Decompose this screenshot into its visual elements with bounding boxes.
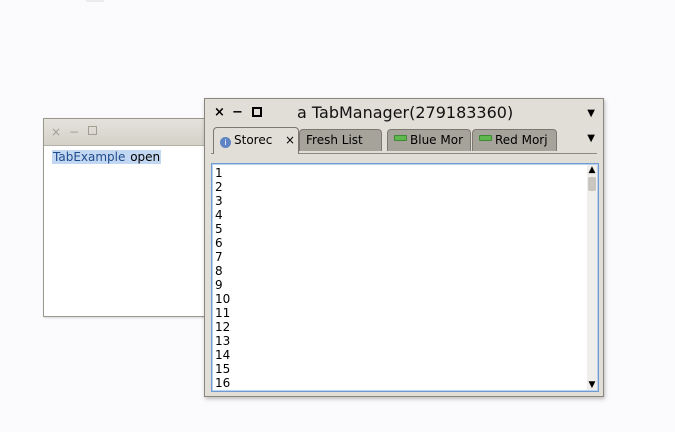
info-icon: i xyxy=(220,137,231,148)
scroll-thumb[interactable] xyxy=(588,177,596,191)
list-item[interactable]: 5 xyxy=(215,222,230,236)
window-menu-icon[interactable]: ▼ xyxy=(587,108,595,119)
workspace-window[interactable]: × − TabExample open xyxy=(43,118,218,317)
scroll-up-icon[interactable]: ▲ xyxy=(587,165,597,175)
workspace-titlebar[interactable]: × − xyxy=(44,119,217,146)
workspace-close-icon[interactable]: × xyxy=(51,125,61,139)
list-item[interactable]: 16 xyxy=(215,376,230,390)
list-item[interactable]: 7 xyxy=(215,250,230,264)
tab-label: Fresh List xyxy=(306,133,363,147)
tab-blue-morph[interactable]: Blue Mor xyxy=(387,129,471,151)
tab-fresh-list[interactable]: Fresh List xyxy=(299,129,382,151)
tab-close-icon[interactable]: × xyxy=(283,133,295,147)
list-item[interactable]: 11 xyxy=(215,306,230,320)
workspace-minimize-icon[interactable]: − xyxy=(69,125,79,139)
number-list[interactable]: 1234567891011121314151617 ▲ ▼ xyxy=(211,163,599,392)
list-item[interactable]: 6 xyxy=(215,236,230,250)
tab-manager-window[interactable]: × − a TabManager(279183360) ▼ i Storec × … xyxy=(204,98,604,397)
list-item[interactable]: 15 xyxy=(215,362,230,376)
close-icon[interactable]: × xyxy=(214,105,225,120)
scroll-down-icon[interactable]: ▼ xyxy=(587,380,597,390)
tab-storec[interactable]: i Storec × xyxy=(213,127,299,154)
minimize-icon[interactable]: − xyxy=(232,105,243,120)
list-item[interactable]: 14 xyxy=(215,348,230,362)
maximize-icon[interactable] xyxy=(252,107,262,117)
tab-bar: i Storec × Fresh List Blue Mor Red Morj ▼ xyxy=(211,127,597,154)
list-item[interactable]: 10 xyxy=(215,292,230,306)
list-item[interactable]: 17 xyxy=(215,390,230,391)
list-items: 1234567891011121314151617 xyxy=(215,166,230,391)
list-item[interactable]: 2 xyxy=(215,180,230,194)
tab-red-morph[interactable]: Red Morj xyxy=(472,129,557,151)
list-item[interactable]: 9 xyxy=(215,278,230,292)
green-bar-icon xyxy=(394,135,407,141)
workspace-maximize-icon[interactable] xyxy=(88,126,97,135)
tab-label: Red Morj xyxy=(495,133,548,147)
list-item[interactable]: 13 xyxy=(215,334,230,348)
tab-manager-titlebar[interactable]: × − a TabManager(279183360) ▼ xyxy=(205,99,603,127)
tabs-menu-icon[interactable]: ▼ xyxy=(587,133,595,144)
window-title: a TabManager(279183360) xyxy=(297,103,514,122)
tab-label: Storec xyxy=(234,133,273,147)
list-item[interactable]: 1 xyxy=(215,166,230,180)
list-item[interactable]: 8 xyxy=(215,264,230,278)
tab-label: Blue Mor xyxy=(410,133,463,147)
workspace-text-area[interactable]: TabExample open xyxy=(44,146,217,168)
list-item[interactable]: 4 xyxy=(215,208,230,222)
background-artifact xyxy=(86,0,104,2)
list-item[interactable]: 12 xyxy=(215,320,230,334)
vertical-scrollbar[interactable]: ▲ ▼ xyxy=(587,165,597,390)
green-bar-icon xyxy=(479,135,492,141)
code-rest: open xyxy=(126,150,162,164)
list-item[interactable]: 3 xyxy=(215,194,230,208)
selected-code-word: TabExample xyxy=(52,150,127,164)
